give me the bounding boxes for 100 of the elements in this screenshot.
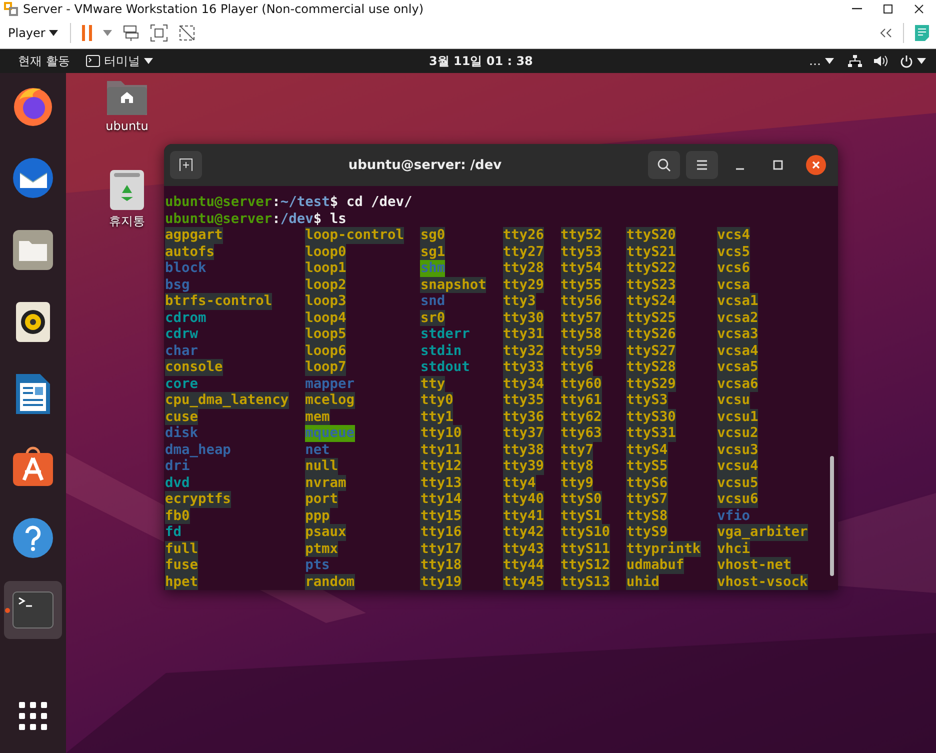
file-name: tty60	[560, 376, 602, 392]
file-name: vcsu2	[717, 425, 758, 442]
file-name: tty39	[502, 458, 544, 474]
file-name: agpgart	[165, 227, 223, 244]
mail-icon	[11, 156, 55, 200]
file-name: loop6	[305, 342, 346, 359]
prompt-user: ubuntu@server	[165, 194, 272, 210]
fullscreen-button[interactable]	[150, 24, 168, 42]
file-name: tty11	[420, 442, 462, 458]
file-name: tty40	[502, 491, 544, 508]
file-name: tty4	[502, 474, 536, 491]
prompt-separator: :	[272, 194, 280, 210]
file-name: tty32	[502, 342, 544, 359]
file-name: vcs6	[717, 260, 750, 276]
file-name: tty26	[502, 227, 544, 244]
file-name: udmabuf	[626, 557, 684, 574]
file-name: block	[165, 260, 206, 276]
file-name: cdrw	[165, 326, 198, 342]
file-name: stdin	[420, 342, 462, 359]
file-name: ttyS28	[626, 359, 676, 376]
file-name: vcsa5	[717, 359, 758, 376]
file-name: vcs4	[717, 227, 750, 244]
file-name: ttyS7	[626, 491, 668, 508]
file-name: ttyS20	[626, 227, 676, 244]
desktop-icon-label: 휴지통	[109, 213, 145, 230]
pause-button[interactable]	[81, 24, 94, 42]
volume-icon[interactable]	[874, 55, 888, 67]
maximize-icon	[883, 4, 893, 14]
file-name: tty58	[560, 326, 602, 342]
file-name: ttyS12	[560, 557, 610, 574]
file-name: port	[305, 491, 338, 508]
desktop-icon-label: ubuntu	[106, 119, 148, 133]
file-name: tty37	[502, 425, 544, 442]
file-name: ttyS29	[626, 376, 676, 392]
file-name: vcsa3	[717, 326, 758, 342]
terminal-title: ubuntu@server: /dev	[347, 158, 503, 172]
command-text: $ ls	[313, 210, 346, 227]
file-name: loop3	[305, 293, 346, 310]
file-name: loop5	[305, 326, 346, 342]
file-name: ecryptfs	[165, 491, 231, 508]
app-menu[interactable]: 터미널	[78, 52, 161, 70]
desktop-icon[interactable]: ubuntu	[92, 77, 162, 133]
app-logo-icon	[4, 2, 18, 16]
file-name: tty8	[560, 458, 594, 474]
file-name: ttyS27	[626, 342, 676, 359]
file-name: loop-control	[305, 227, 404, 244]
close-icon	[811, 160, 821, 170]
player-menu[interactable]: Player	[6, 24, 60, 42]
dropdown-button[interactable]	[103, 30, 112, 36]
file-name: sg1	[420, 244, 446, 260]
desktop-icon[interactable]: 휴지통	[92, 169, 162, 230]
file-name: mem	[305, 408, 330, 425]
file-name: core	[165, 376, 198, 392]
clock[interactable]: 3월 11일 01 : 38	[428, 52, 533, 70]
collapse-button[interactable]	[879, 28, 893, 38]
file-name: mqueue	[305, 425, 355, 442]
close-icon	[914, 4, 924, 14]
unity-button[interactable]	[178, 24, 196, 42]
file-name: tty29	[502, 276, 544, 293]
prompt-separator: :	[272, 210, 280, 227]
caret-icon	[144, 58, 153, 64]
network-icon[interactable]	[848, 55, 862, 67]
file-name: vcsu	[717, 392, 750, 408]
file-name: vhost-net	[717, 557, 792, 574]
file-name: autofs	[165, 244, 214, 260]
file-name: tty16	[420, 524, 462, 540]
file-name: ttyS9	[626, 524, 668, 540]
file-name: ttyS11	[560, 540, 610, 557]
file-name: full	[165, 540, 198, 557]
notes-button[interactable]	[914, 24, 930, 42]
folder-icon	[12, 229, 54, 271]
send-keys-button[interactable]	[122, 24, 140, 42]
file-name: psaux	[305, 524, 346, 540]
search-button[interactable]	[648, 151, 680, 179]
file-name: vcsa6	[717, 376, 758, 392]
file-name: mcelog	[305, 392, 355, 408]
file-name: ptmx	[305, 540, 338, 557]
file-name: ttyS3	[626, 392, 668, 408]
file-name: shm	[420, 260, 446, 276]
file-name: fuse	[165, 557, 198, 574]
overflow-menu[interactable]: …	[801, 54, 842, 68]
help-icon	[12, 517, 54, 559]
close-button[interactable]	[806, 155, 826, 175]
file-name: fd	[165, 524, 182, 540]
file-name: cpu_dma_latency	[165, 392, 289, 408]
prompt-user: ubuntu@server	[165, 210, 272, 227]
activities-button[interactable]: 현재 활동	[10, 52, 78, 70]
menu-button[interactable]	[686, 151, 718, 179]
file-name: sr0	[420, 310, 446, 326]
file-name: vcsu6	[717, 491, 758, 508]
file-name: loop1	[305, 260, 346, 276]
file-name: dri	[165, 458, 190, 474]
minimize-icon	[735, 168, 745, 170]
file-name: vcsu4	[717, 458, 758, 474]
power-icon[interactable]	[900, 54, 914, 68]
file-name: loop2	[305, 276, 346, 293]
file-name: loop0	[305, 244, 346, 260]
new-tab-button[interactable]	[170, 151, 202, 179]
file-name: vcsa	[717, 276, 750, 293]
file-name: vcsa2	[717, 310, 758, 326]
